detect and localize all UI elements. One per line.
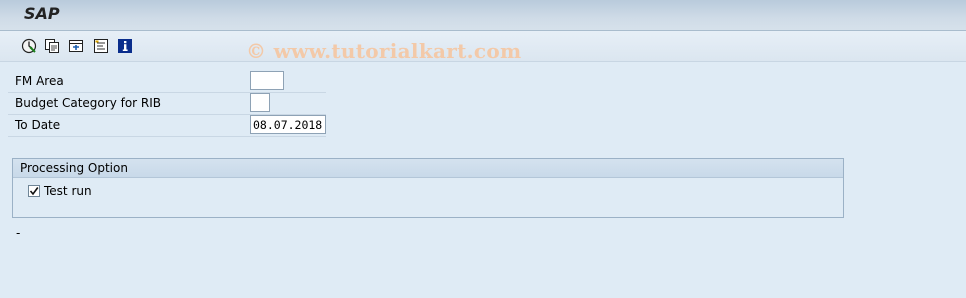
- processing-option-header: Processing Option: [13, 159, 843, 178]
- info-button[interactable]: [116, 37, 133, 54]
- application-toolbar: © www.tutorialkart.com: [0, 31, 966, 63]
- get-variant-button[interactable]: [67, 37, 84, 54]
- processing-option-title: Processing Option: [20, 161, 128, 175]
- checkmark-icon: [29, 187, 39, 196]
- row-fm-area: FM Area: [8, 70, 326, 93]
- to-date-label: To Date: [15, 118, 61, 132]
- execute-button[interactable]: [20, 37, 37, 54]
- budget-category-input[interactable]: [250, 93, 270, 112]
- save-variant-icon: [44, 38, 59, 53]
- row-to-date: To Date 08.07.2018: [8, 114, 326, 137]
- execute-icon: [21, 38, 36, 53]
- test-run-checkbox[interactable]: [28, 185, 40, 197]
- to-date-input[interactable]: 08.07.2018: [250, 115, 326, 134]
- app-title: SAP: [24, 4, 60, 23]
- watermark-text: © www.tutorialkart.com: [246, 39, 522, 63]
- test-run-label: Test run: [44, 184, 92, 198]
- budget-category-label: Budget Category for RIB: [15, 96, 162, 110]
- selection-options-button[interactable]: [92, 37, 109, 54]
- info-icon: [117, 38, 132, 53]
- get-variant-icon: [68, 39, 83, 52]
- title-bar: SAP: [0, 0, 966, 31]
- row-budget-category: Budget Category for RIB: [8, 92, 326, 115]
- fm-area-input[interactable]: [250, 71, 284, 90]
- processing-option-group: Processing Option Test run: [12, 158, 844, 218]
- save-variant-button[interactable]: [43, 37, 60, 54]
- selection-screen: FM Area Budget Category for RIB To Date …: [8, 62, 966, 298]
- fm-area-label: FM Area: [15, 74, 64, 88]
- status-line: -: [16, 226, 21, 240]
- selection-options-icon: [93, 38, 108, 53]
